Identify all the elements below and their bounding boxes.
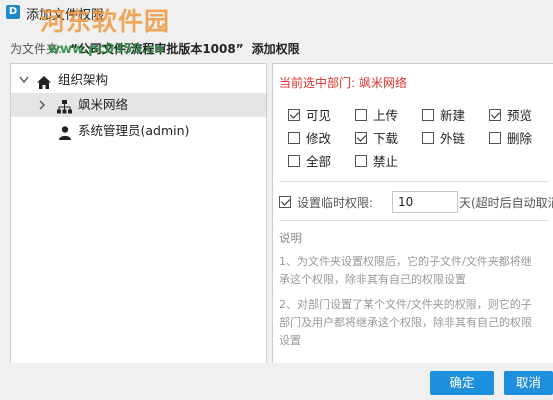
- title-bar: D 添加文件权限: [0, 0, 553, 34]
- divider: [279, 181, 549, 182]
- user-icon: [59, 124, 71, 148]
- target-action: 添加权限: [251, 42, 300, 56]
- permission-panel: 当前选中部门: 飒米网络 可见 上传 新建 预览 修改 下载 外链 删除 全部 …: [272, 63, 553, 364]
- temp-permission-row: 设置临时权限: 10 天(超时后自动取消: [279, 191, 553, 213]
- note-line: 设置: [279, 334, 301, 347]
- org-tree-panel: 组织架构 飒米网络 系统管理员(admin): [10, 63, 267, 365]
- cancel-button[interactable]: 取消: [504, 371, 553, 395]
- tree-label-user: 系统管理员(admin): [78, 123, 190, 138]
- temp-days-input[interactable]: 10: [392, 191, 458, 213]
- current-dept-label: 当前选中部门: 飒米网络: [279, 76, 407, 90]
- tree-node-root[interactable]: 组织架构: [11, 68, 266, 92]
- note-line: 承这个权限，除非其有自己的权限设置: [279, 273, 466, 286]
- perm-checkbox[interactable]: [355, 109, 367, 121]
- perm-checkbox[interactable]: [489, 109, 501, 121]
- perm-checkbox[interactable]: [489, 132, 501, 144]
- notes-title: 说明: [279, 231, 302, 245]
- dialog-footer: 确定 取消: [0, 363, 553, 400]
- divider: [279, 220, 549, 221]
- temp-permission-checkbox[interactable]: [279, 196, 291, 208]
- tree-label-root: 组织架构: [58, 72, 109, 87]
- perm-checkbox[interactable]: [355, 155, 367, 167]
- temp-permission-label: 设置临时权限:: [297, 196, 374, 210]
- tree-node-user[interactable]: 系统管理员(admin): [11, 119, 266, 143]
- target-name: “公司文件/流程审批版本1008”: [70, 42, 244, 56]
- window-title: 添加文件权限: [26, 8, 105, 23]
- target-label: 为文件夹:: [10, 42, 63, 56]
- perm-checkbox[interactable]: [355, 132, 367, 144]
- app-icon: D: [6, 5, 20, 19]
- perm-checkbox[interactable]: [288, 109, 300, 121]
- perm-checkbox[interactable]: [422, 109, 434, 121]
- perm-checkbox[interactable]: [288, 155, 300, 167]
- perm-checkbox[interactable]: [422, 132, 434, 144]
- temp-days-suffix: 天(超时后自动取消: [459, 196, 553, 210]
- target-info: 为文件夹: “公司文件/流程审批版本1008” 添加权限: [10, 40, 300, 57]
- note-line: 部门及用户都将继承这个权限，除非其有自己的权限: [279, 316, 532, 329]
- perm-checkbox[interactable]: [288, 132, 300, 144]
- confirm-button[interactable]: 确定: [430, 371, 494, 395]
- tree-node-dept[interactable]: 飒米网络: [11, 93, 266, 117]
- tree-label-dept: 飒米网络: [78, 97, 129, 112]
- note-line: 1、为文件夹设置权限后，它的子文件/文件夹都将继: [279, 255, 532, 268]
- note-line: 2、对部门设置了某个文件/文件夹的权限，则它的子: [279, 298, 532, 311]
